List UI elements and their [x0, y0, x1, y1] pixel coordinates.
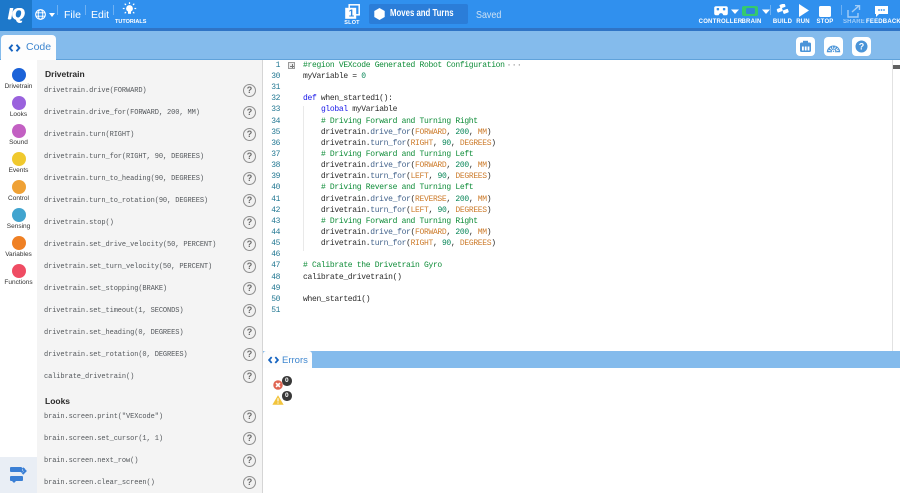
svg-text:1: 1 [349, 9, 355, 20]
svg-text:?: ? [859, 42, 865, 52]
